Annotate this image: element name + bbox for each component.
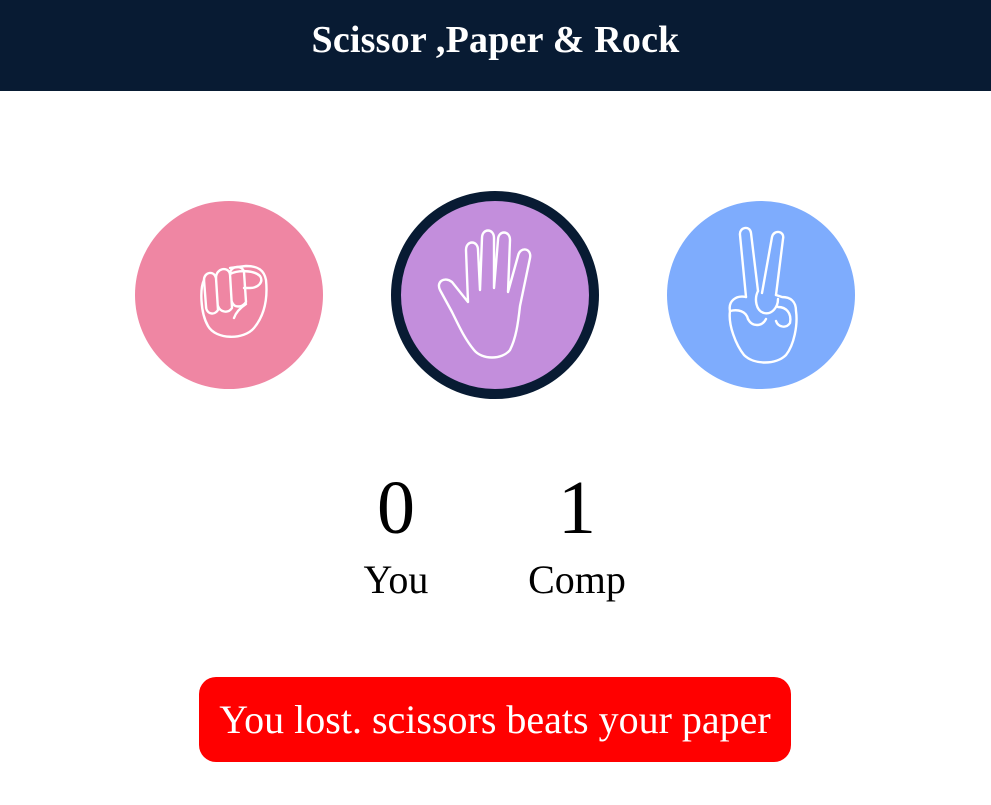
peace-hand-icon [728,226,798,364]
page-title: Scissor ,Paper & Rock [311,18,680,61]
user-score-label: You [363,557,429,602]
computer-score-label: Comp [528,557,626,602]
result-message: You lost. scissors beats your paper [199,677,791,762]
paper-choice-button[interactable] [391,191,599,399]
app-header: Scissor ,Paper & Rock [0,0,991,91]
scissors-choice-button[interactable] [667,201,855,389]
fist-icon [200,264,268,338]
rock-choice-button[interactable] [135,201,323,389]
user-score: 0 You [326,470,466,600]
open-hand-icon [437,229,532,359]
computer-score-value: 1 [558,466,596,550]
computer-score: 1 Comp [507,470,647,600]
user-score-value: 0 [377,466,415,550]
